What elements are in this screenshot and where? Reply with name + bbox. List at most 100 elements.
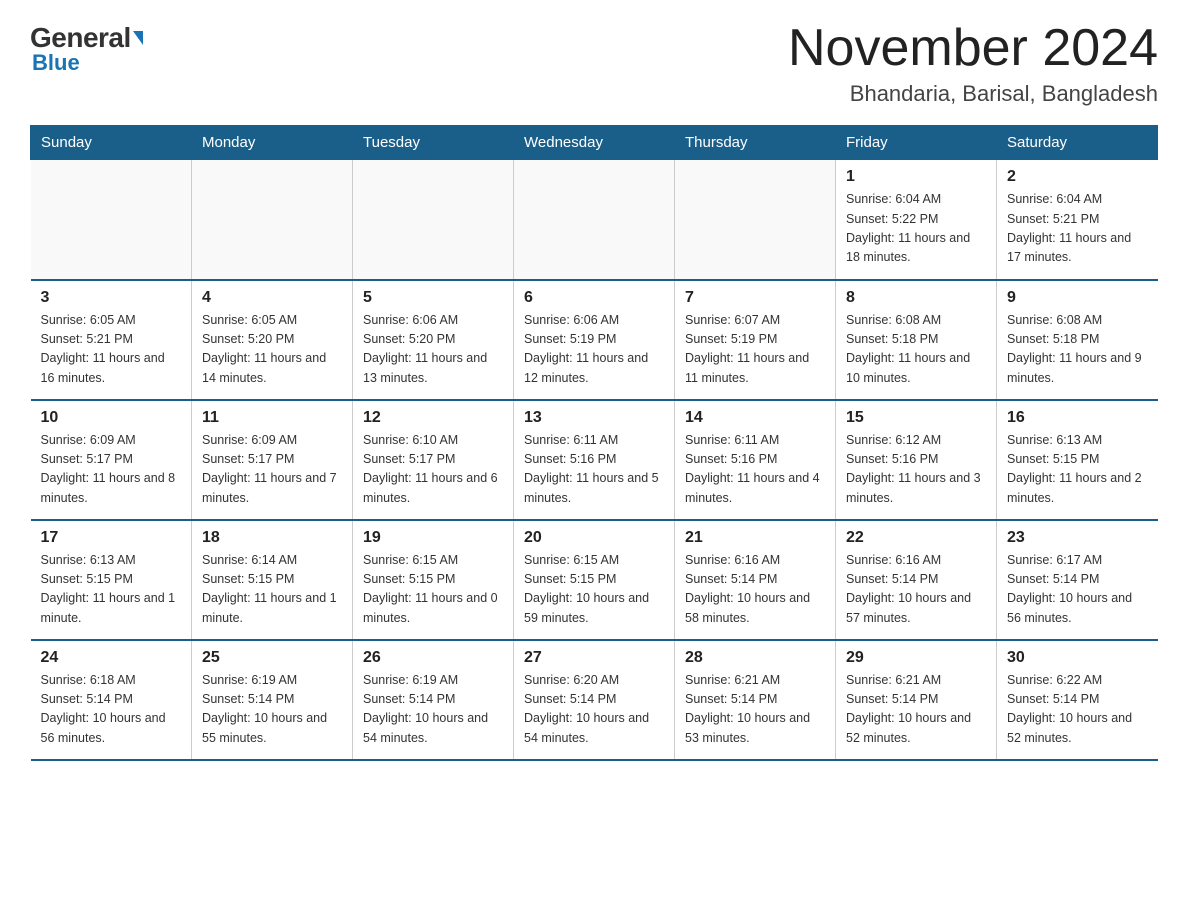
day-cell: 22 Sunrise: 6:16 AMSunset: 5:14 PMDayligh…	[836, 520, 997, 640]
day-info: Sunrise: 6:20 AMSunset: 5:14 PMDaylight:…	[524, 671, 664, 749]
day-info: Sunrise: 6:18 AMSunset: 5:14 PMDaylight:…	[41, 671, 182, 749]
day-cell: 4Sunrise: 6:05 AMSunset: 5:20 PMDaylight…	[192, 280, 353, 400]
weekday-header-tuesday: Tuesday	[353, 126, 514, 160]
day-number: 16	[1007, 409, 1148, 427]
day-number: 14	[685, 409, 825, 427]
day-cell: 17Sunrise: 6:13 AMSunset: 5:15 PMDayligh…	[31, 520, 192, 640]
week-row-1: 1Sunrise: 6:04 AMSunset: 5:22 PMDaylight…	[31, 160, 1158, 280]
day-info: Sunrise: 6:21 AMSunset: 5:14 PMDaylight:…	[846, 671, 986, 749]
day-cell: 5Sunrise: 6:06 AMSunset: 5:20 PMDaylight…	[353, 280, 514, 400]
weekday-header-monday: Monday	[192, 126, 353, 160]
day-cell	[192, 160, 353, 280]
day-info: Sunrise: 6:07 AMSunset: 5:19 PMDaylight:…	[685, 311, 825, 389]
week-row-2: 3 Sunrise: 6:05 AMSunset: 5:21 PMDaylight…	[31, 280, 1158, 400]
day-info: Sunrise: 6:12 AMSunset: 5:16 PMDaylight:…	[846, 431, 986, 509]
day-number: 21	[685, 529, 825, 547]
logo: General Blue	[30, 20, 143, 76]
day-cell: 29 Sunrise: 6:21 AMSunset: 5:14 PMDayligh…	[836, 640, 997, 760]
day-cell: 6Sunrise: 6:06 AMSunset: 5:19 PMDaylight…	[514, 280, 675, 400]
day-number: 8	[846, 289, 986, 307]
day-number: 27	[524, 649, 664, 667]
day-number: 19	[363, 529, 503, 547]
day-cell: 13 Sunrise: 6:11 AMSunset: 5:16 PMDayligh…	[514, 400, 675, 520]
weekday-header-saturday: Saturday	[997, 126, 1158, 160]
day-number: 26	[363, 649, 503, 667]
day-info: Sunrise: 6:22 AMSunset: 5:14 PMDaylight:…	[1007, 671, 1148, 749]
day-number: 24	[41, 649, 182, 667]
day-number: 17	[41, 529, 182, 547]
day-info: Sunrise: 6:16 AMSunset: 5:14 PMDaylight:…	[846, 551, 986, 629]
day-info: Sunrise: 6:08 AMSunset: 5:18 PMDaylight:…	[1007, 311, 1148, 389]
day-info: Sunrise: 6:19 AMSunset: 5:14 PMDaylight:…	[202, 671, 342, 749]
day-cell: 18 Sunrise: 6:14 AMSunset: 5:15 PMDayligh…	[192, 520, 353, 640]
day-number: 2	[1007, 168, 1148, 186]
day-info: Sunrise: 6:21 AMSunset: 5:14 PMDaylight:…	[685, 671, 825, 749]
day-info: Sunrise: 6:16 AMSunset: 5:14 PMDaylight:…	[685, 551, 825, 629]
month-title: November 2024	[788, 20, 1158, 77]
day-cell: 12Sunrise: 6:10 AMSunset: 5:17 PMDayligh…	[353, 400, 514, 520]
day-info: Sunrise: 6:09 AMSunset: 5:17 PMDaylight:…	[41, 431, 182, 509]
day-cell	[675, 160, 836, 280]
day-number: 10	[41, 409, 182, 427]
weekday-header-thursday: Thursday	[675, 126, 836, 160]
day-cell: 21 Sunrise: 6:16 AMSunset: 5:14 PMDayligh…	[675, 520, 836, 640]
day-cell: 11Sunrise: 6:09 AMSunset: 5:17 PMDayligh…	[192, 400, 353, 520]
day-info: Sunrise: 6:06 AMSunset: 5:20 PMDaylight:…	[363, 311, 503, 389]
day-number: 25	[202, 649, 342, 667]
day-number: 30	[1007, 649, 1148, 667]
day-number: 4	[202, 289, 342, 307]
day-number: 1	[846, 168, 986, 186]
day-cell: 30 Sunrise: 6:22 AMSunset: 5:14 PMDayligh…	[997, 640, 1158, 760]
day-cell	[514, 160, 675, 280]
day-cell: 2 Sunrise: 6:04 AMSunset: 5:21 PMDaylight…	[997, 160, 1158, 280]
day-info: Sunrise: 6:08 AMSunset: 5:18 PMDaylight:…	[846, 311, 986, 389]
day-cell: 23Sunrise: 6:17 AMSunset: 5:14 PMDayligh…	[997, 520, 1158, 640]
day-cell	[353, 160, 514, 280]
day-number: 13	[524, 409, 664, 427]
logo-general-text: General	[30, 24, 143, 52]
day-number: 29	[846, 649, 986, 667]
day-info: Sunrise: 6:04 AMSunset: 5:21 PMDaylight:…	[1007, 190, 1148, 268]
logo-blue-text: Blue	[32, 50, 80, 76]
day-number: 28	[685, 649, 825, 667]
calendar-body: 1Sunrise: 6:04 AMSunset: 5:22 PMDaylight…	[31, 160, 1158, 760]
day-info: Sunrise: 6:15 AMSunset: 5:15 PMDaylight:…	[524, 551, 664, 629]
day-cell	[31, 160, 192, 280]
day-number: 12	[363, 409, 503, 427]
day-number: 22	[846, 529, 986, 547]
week-row-5: 24 Sunrise: 6:18 AMSunset: 5:14 PMDayligh…	[31, 640, 1158, 760]
day-cell: 28 Sunrise: 6:21 AMSunset: 5:14 PMDayligh…	[675, 640, 836, 760]
day-cell: 14 Sunrise: 6:11 AMSunset: 5:16 PMDayligh…	[675, 400, 836, 520]
day-cell: 25 Sunrise: 6:19 AMSunset: 5:14 PMDayligh…	[192, 640, 353, 760]
calendar-table: SundayMondayTuesdayWednesdayThursdayFrid…	[30, 125, 1158, 761]
calendar-header: SundayMondayTuesdayWednesdayThursdayFrid…	[31, 126, 1158, 160]
day-cell: 7 Sunrise: 6:07 AMSunset: 5:19 PMDaylight…	[675, 280, 836, 400]
location-title: Bhandaria, Barisal, Bangladesh	[788, 81, 1158, 107]
day-info: Sunrise: 6:05 AMSunset: 5:21 PMDaylight:…	[41, 311, 182, 389]
day-info: Sunrise: 6:14 AMSunset: 5:15 PMDaylight:…	[202, 551, 342, 629]
day-cell: 15Sunrise: 6:12 AMSunset: 5:16 PMDayligh…	[836, 400, 997, 520]
day-info: Sunrise: 6:17 AMSunset: 5:14 PMDaylight:…	[1007, 551, 1148, 629]
week-row-3: 10 Sunrise: 6:09 AMSunset: 5:17 PMDayligh…	[31, 400, 1158, 520]
day-number: 9	[1007, 289, 1148, 307]
day-info: Sunrise: 6:13 AMSunset: 5:15 PMDaylight:…	[1007, 431, 1148, 509]
day-cell: 3 Sunrise: 6:05 AMSunset: 5:21 PMDaylight…	[31, 280, 192, 400]
weekday-header-wednesday: Wednesday	[514, 126, 675, 160]
day-cell: 19 Sunrise: 6:15 AMSunset: 5:15 PMDayligh…	[353, 520, 514, 640]
week-row-4: 17Sunrise: 6:13 AMSunset: 5:15 PMDayligh…	[31, 520, 1158, 640]
day-number: 18	[202, 529, 342, 547]
title-area: November 2024 Bhandaria, Barisal, Bangla…	[788, 20, 1158, 107]
day-cell: 8 Sunrise: 6:08 AMSunset: 5:18 PMDaylight…	[836, 280, 997, 400]
day-info: Sunrise: 6:11 AMSunset: 5:16 PMDaylight:…	[524, 431, 664, 509]
day-info: Sunrise: 6:11 AMSunset: 5:16 PMDaylight:…	[685, 431, 825, 509]
day-cell: 27 Sunrise: 6:20 AMSunset: 5:14 PMDayligh…	[514, 640, 675, 760]
day-number: 6	[524, 289, 664, 307]
weekday-header-sunday: Sunday	[31, 126, 192, 160]
day-number: 3	[41, 289, 182, 307]
day-info: Sunrise: 6:15 AMSunset: 5:15 PMDaylight:…	[363, 551, 503, 629]
day-cell: 20Sunrise: 6:15 AMSunset: 5:15 PMDayligh…	[514, 520, 675, 640]
weekday-header-friday: Friday	[836, 126, 997, 160]
day-info: Sunrise: 6:19 AMSunset: 5:14 PMDaylight:…	[363, 671, 503, 749]
day-number: 7	[685, 289, 825, 307]
weekday-header-row: SundayMondayTuesdayWednesdayThursdayFrid…	[31, 126, 1158, 160]
